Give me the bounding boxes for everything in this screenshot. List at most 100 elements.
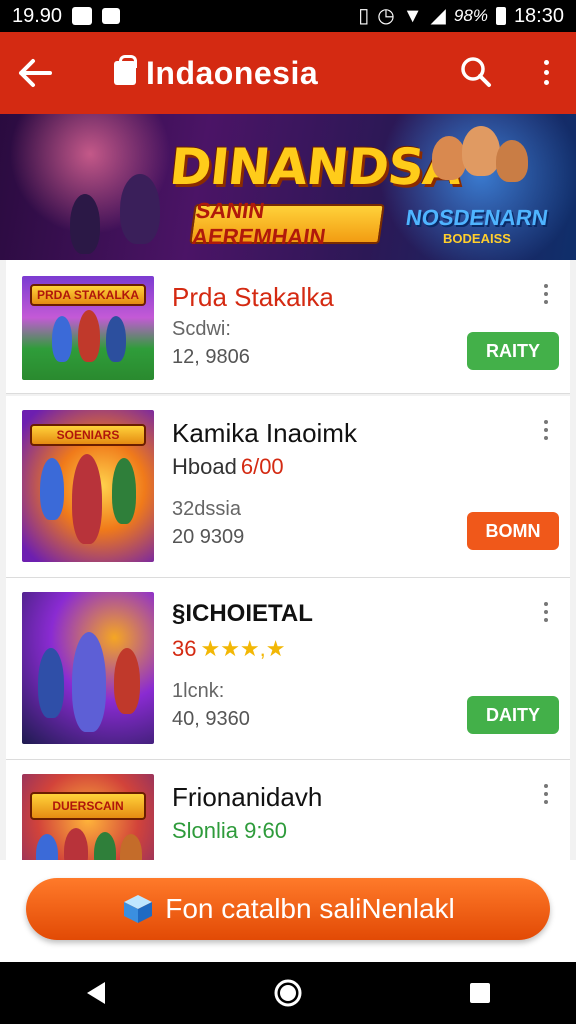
game-stat-label: Scdwi: — [172, 318, 231, 340]
thumbnail-character — [72, 632, 106, 732]
more-vert-dot — [544, 610, 548, 614]
banner-badge-title: NOSDENARN — [404, 204, 550, 230]
banner-character — [120, 174, 160, 244]
thumbnail-character — [40, 458, 64, 520]
list-item[interactable]: DUERSCAIN Frionanidavh Slonlia 9:60 — [6, 760, 570, 860]
battery-percent: 98% — [453, 6, 488, 25]
cta-label: Fon catalbn saliNenlakl — [165, 893, 455, 924]
promo-banner[interactable]: DINANDSA SANIN AEREMHAIN NOSDENARN BODEA… — [0, 114, 576, 260]
nav-back-button[interactable] — [66, 968, 126, 1018]
thumbnail-character — [64, 828, 88, 860]
more-vert-dot — [544, 800, 548, 804]
game-thumbnail — [22, 592, 154, 744]
game-thumbnail: SOENIARS — [22, 410, 154, 562]
more-vert-dot — [544, 428, 548, 432]
thumbnail-character — [78, 310, 100, 362]
notification-icon — [72, 7, 93, 25]
banner-badge-subtitle: BODEAISS — [443, 230, 511, 246]
game-title: §ICHOIETAL — [172, 600, 313, 627]
thumbnail-label: PRDA STAKALKA — [30, 284, 146, 306]
more-options-button[interactable] — [528, 52, 564, 92]
more-vert-dot — [543, 69, 549, 75]
thumbnail-character — [106, 316, 126, 362]
cta-container: Fon catalbn saliNenlakl — [0, 860, 576, 962]
thumbnail-label: SOENIARS — [30, 424, 146, 446]
thumbnail-character — [120, 834, 142, 860]
battery-icon — [495, 7, 506, 25]
game-thumbnail: DUERSCAIN — [22, 774, 154, 860]
game-list: PRDA STAKALKA Prda Stakalka Scdwi: 12, 9… — [0, 260, 576, 860]
game-stat-count: 40, 9360 — [172, 708, 250, 730]
game-rating: 36 ★★★,★ — [172, 636, 286, 662]
system-nav-bar — [0, 962, 576, 1024]
banner-badge: NOSDENARN BODEAISS — [404, 198, 549, 252]
more-vert-dot — [544, 436, 548, 440]
thumbnail-character — [112, 458, 136, 524]
shopping-bag-icon — [114, 55, 137, 85]
banner-character — [70, 194, 100, 254]
list-item[interactable]: §ICHOIETAL 36 ★★★,★ 1lcnk: 40, 9360 DAIT… — [6, 578, 570, 760]
item-action-button[interactable]: BOMN — [467, 512, 559, 550]
vibrate-icon: ▯ — [358, 5, 370, 27]
status-bar: 19.90 ▯ ◷ ▼ ◢ 98% 18:30 — [0, 0, 576, 32]
back-button[interactable] — [0, 32, 70, 114]
more-vert-dot — [544, 792, 548, 796]
arrow-left-icon — [19, 59, 52, 87]
game-meta-prefix: Hboad — [172, 454, 237, 479]
status-time-right: 18:30 — [513, 5, 564, 27]
more-vert-icon — [544, 284, 548, 288]
item-action-button[interactable]: DAITY — [467, 696, 559, 734]
thumbnail-label: DUERSCAIN — [30, 792, 146, 820]
game-meta-value: Slonlia 9:60 — [172, 818, 287, 843]
game-title: Kamika Inaoimk — [172, 418, 357, 448]
status-time-left: 19.90 — [12, 5, 63, 27]
game-meta-value: 36 — [172, 636, 197, 661]
item-more-button[interactable] — [540, 284, 552, 310]
list-item[interactable]: PRDA STAKALKA Prda Stakalka Scdwi: 12, 9… — [6, 260, 570, 394]
list-item[interactable]: SOENIARS Kamika Inaoimk Hboad 6/00 32dss… — [6, 396, 570, 578]
nav-home-button[interactable] — [258, 968, 318, 1018]
thumbnail-character — [52, 316, 72, 362]
catalog-cta-button[interactable]: Fon catalbn saliNenlakl — [26, 878, 550, 940]
item-action-button[interactable]: RAITY — [467, 332, 559, 370]
app-bar: Indaonesia — [0, 32, 576, 114]
more-vert-icon — [544, 784, 548, 788]
nav-recents-icon — [470, 983, 490, 1003]
more-vert-icon — [544, 420, 548, 424]
more-vert-dot — [543, 79, 549, 85]
game-stat-label: 1lcnk: — [172, 680, 225, 702]
game-thumbnail: PRDA STAKALKA — [22, 276, 154, 380]
more-vert-icon — [544, 602, 548, 606]
banner-character — [462, 126, 500, 176]
cube-icon — [124, 895, 153, 923]
page-title: Indaonesia — [146, 54, 319, 91]
game-title: Prda Stakalka — [172, 282, 334, 312]
signal-icon: ◢ — [430, 5, 446, 27]
game-stat-count: 20 9309 — [172, 526, 245, 548]
thumbnail-character — [72, 454, 102, 544]
search-button[interactable] — [456, 52, 496, 92]
nav-home-icon — [274, 979, 302, 1007]
wifi-icon: ▼ — [402, 5, 423, 27]
item-more-button[interactable] — [540, 602, 552, 628]
thumbnail-character — [94, 832, 116, 860]
star-rating-icon: ★★★,★ — [200, 636, 286, 661]
thumbnail-character — [36, 834, 58, 860]
more-vert-icon — [543, 59, 549, 65]
nav-recents-button[interactable] — [450, 968, 510, 1018]
search-icon — [461, 57, 491, 87]
banner-title: DINANDSA — [166, 138, 464, 196]
thumbnail-character — [114, 648, 140, 714]
more-vert-dot — [544, 618, 548, 622]
alarm-icon: ◷ — [377, 5, 395, 27]
game-title: Frionanidavh — [172, 782, 323, 812]
game-meta: Hboad 6/00 — [172, 454, 284, 480]
game-stat-label: 32dssia — [172, 498, 241, 520]
game-stat-count: 12, 9806 — [172, 346, 250, 368]
item-more-button[interactable] — [540, 420, 552, 446]
item-more-button[interactable] — [540, 784, 552, 810]
game-meta-value: 6/00 — [240, 454, 284, 479]
notification-icon-2 — [102, 8, 121, 24]
nav-back-icon — [87, 982, 105, 1004]
thumbnail-character — [38, 648, 64, 718]
